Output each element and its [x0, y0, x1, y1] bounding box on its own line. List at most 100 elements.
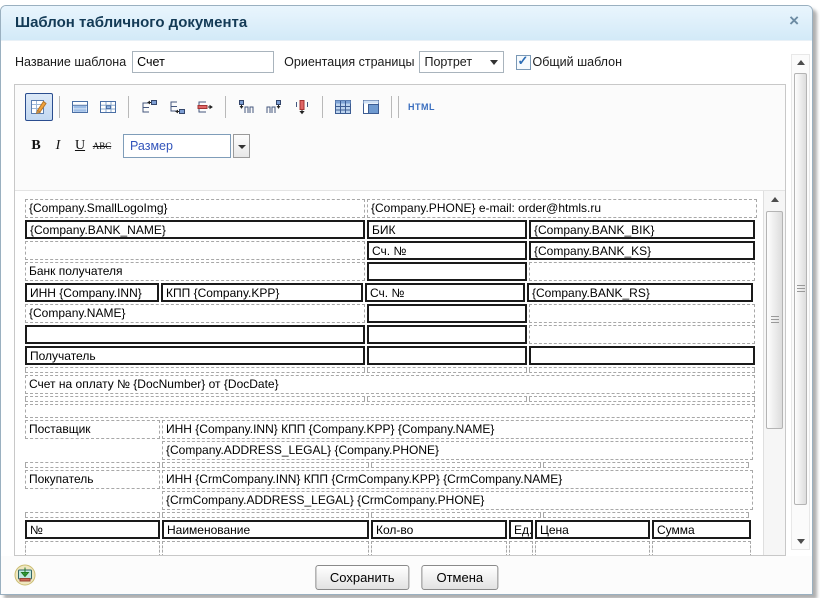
template-cell[interactable]: ИНН {Company.INN}	[25, 283, 159, 302]
template-cell[interactable]	[25, 396, 365, 402]
template-cell[interactable]	[529, 396, 755, 402]
template-row[interactable]: Счет на оплату № {DocNumber} от {DocDate…	[25, 375, 764, 394]
template-cell[interactable]	[652, 541, 751, 555]
cancel-button[interactable]: Отмена	[421, 565, 498, 590]
template-cell[interactable]: {CrmCompany.ADDRESS_LEGAL} {CrmCompany.P…	[162, 491, 753, 510]
template-cell[interactable]	[25, 241, 365, 260]
document-scrollbar-thumb[interactable]	[766, 211, 783, 429]
template-cell[interactable]	[529, 262, 755, 281]
strikethrough-button[interactable]: ABC	[91, 141, 113, 151]
template-cell[interactable]	[529, 346, 755, 365]
document-scrollbar[interactable]	[763, 191, 785, 555]
template-row[interactable]: ПокупательИНН {CrmCompany.INN} КПП {CrmC…	[25, 470, 764, 489]
template-cell[interactable]	[371, 512, 541, 518]
scroll-up-icon[interactable]	[797, 60, 805, 65]
delete-column-button[interactable]	[288, 93, 316, 121]
template-cell[interactable]	[367, 304, 527, 323]
template-cell[interactable]: Счет на оплату № {DocNumber} от {DocDate…	[25, 375, 755, 394]
scroll-down-icon[interactable]	[797, 539, 805, 544]
template-cell[interactable]: Кол-во	[371, 520, 507, 539]
template-cell[interactable]	[162, 512, 369, 518]
template-cell[interactable]	[367, 396, 527, 402]
insert-column-left-button[interactable]	[232, 93, 260, 121]
template-row[interactable]: №НаименованиеКол-воЕд.ЦенаСумма	[25, 520, 764, 539]
template-row[interactable]: {Company.ADDRESS_LEGAL} {Company.PHONE}	[25, 441, 764, 460]
template-row[interactable]: {Company.BANK_NAME}БИК{Company.BANK_BIK}	[25, 220, 764, 239]
template-cell[interactable]	[535, 541, 650, 555]
template-row[interactable]	[25, 404, 764, 418]
template-cell[interactable]: Покупатель	[25, 470, 160, 489]
template-cell[interactable]	[25, 325, 365, 344]
template-row[interactable]: {Company.SmallLogoImg}{Company.PHONE} e-…	[25, 199, 764, 218]
edit-template-button[interactable]	[25, 93, 53, 121]
merge-cells-button[interactable]	[357, 93, 385, 121]
template-row[interactable]	[25, 462, 764, 468]
template-cell[interactable]	[367, 262, 527, 281]
template-cell[interactable]	[367, 346, 527, 365]
insert-table-button[interactable]	[329, 93, 357, 121]
template-name-input[interactable]	[132, 51, 274, 73]
italic-button[interactable]: I	[47, 138, 69, 154]
template-cell[interactable]: Сумма	[652, 520, 751, 539]
template-cell[interactable]	[25, 541, 160, 555]
shared-template-checkbox[interactable]: ✓	[516, 55, 531, 70]
template-cell[interactable]	[367, 325, 527, 344]
template-cell[interactable]: {Company.BANK_NAME}	[25, 220, 365, 239]
template-cell[interactable]	[25, 367, 365, 373]
template-row[interactable]: ПоставщикИНН {Company.INN} КПП {Company.…	[25, 420, 764, 439]
bold-button[interactable]: B	[25, 138, 47, 154]
document-canvas[interactable]: {Company.SmallLogoImg}{Company.PHONE} e-…	[15, 191, 764, 555]
template-cell[interactable]: Ед.	[509, 520, 533, 539]
template-row[interactable]: Банк получателя	[25, 262, 764, 281]
template-cell[interactable]: №	[25, 520, 160, 539]
template-row[interactable]: ИНН {Company.INN}КПП {Company.KPP}Сч. №{…	[25, 283, 764, 302]
template-cell[interactable]	[367, 367, 527, 373]
template-row[interactable]	[25, 396, 764, 402]
font-size-dropdown-button[interactable]	[233, 134, 250, 158]
template-cell[interactable]: БИК	[367, 220, 527, 239]
template-cell[interactable]	[371, 541, 507, 555]
template-cell[interactable]	[529, 367, 755, 373]
dialog-scrollbar[interactable]	[791, 54, 810, 550]
template-cell[interactable]: {Company.BANK_KS}	[529, 241, 755, 260]
template-row[interactable]: {CrmCompany.ADDRESS_LEGAL} {CrmCompany.P…	[25, 491, 764, 510]
template-row[interactable]: {Company.NAME}	[25, 304, 764, 323]
template-cell[interactable]: ИНН {Company.INN} КПП {Company.KPP} {Com…	[162, 420, 753, 439]
orientation-select[interactable]: Портрет	[419, 51, 504, 73]
scroll-up-icon[interactable]	[771, 197, 779, 202]
template-cell[interactable]: Сч. №	[367, 241, 527, 260]
template-cell[interactable]	[162, 462, 369, 468]
template-cell[interactable]	[25, 512, 160, 518]
template-cell[interactable]: {Company.BANK_BIK}	[529, 220, 755, 239]
template-cell[interactable]: Сч. №	[365, 283, 525, 302]
template-cell[interactable]	[162, 541, 369, 555]
delete-row-button[interactable]	[191, 93, 219, 121]
template-cell[interactable]	[529, 304, 755, 323]
template-cell[interactable]: Наименование	[162, 520, 369, 539]
close-icon[interactable]: ×	[789, 11, 799, 31]
template-row[interactable]	[25, 367, 764, 373]
html-source-button[interactable]: HTML	[405, 102, 438, 112]
template-row[interactable]: Получатель	[25, 346, 764, 365]
template-row[interactable]: Сч. №{Company.BANK_KS}	[25, 241, 764, 260]
template-cell[interactable]	[25, 404, 755, 418]
template-row[interactable]	[25, 541, 764, 555]
insert-row-below-button[interactable]	[163, 93, 191, 121]
template-cell[interactable]: Цена	[535, 520, 650, 539]
template-cell[interactable]	[25, 462, 160, 468]
font-size-field[interactable]: Размер	[123, 134, 231, 158]
template-cell[interactable]	[529, 325, 755, 344]
template-row[interactable]	[25, 325, 764, 344]
template-cell[interactable]	[543, 512, 749, 518]
template-cell[interactable]: КПП {Company.KPP}	[161, 283, 363, 302]
template-cell[interactable]: {Company.SmallLogoImg}	[25, 199, 365, 218]
underline-button[interactable]: U	[69, 138, 91, 154]
template-cell[interactable]	[509, 541, 533, 555]
save-button[interactable]: Сохранить	[315, 565, 410, 590]
template-cell[interactable]: ИНН {CrmCompany.INN} КПП {CrmCompany.KPP…	[162, 470, 753, 489]
template-cell[interactable]	[543, 462, 749, 468]
template-cell[interactable]: {Company.ADDRESS_LEGAL} {Company.PHONE}	[162, 441, 753, 460]
export-template-icon[interactable]	[14, 564, 36, 586]
insert-row-above-button[interactable]	[135, 93, 163, 121]
template-row[interactable]	[25, 512, 764, 518]
